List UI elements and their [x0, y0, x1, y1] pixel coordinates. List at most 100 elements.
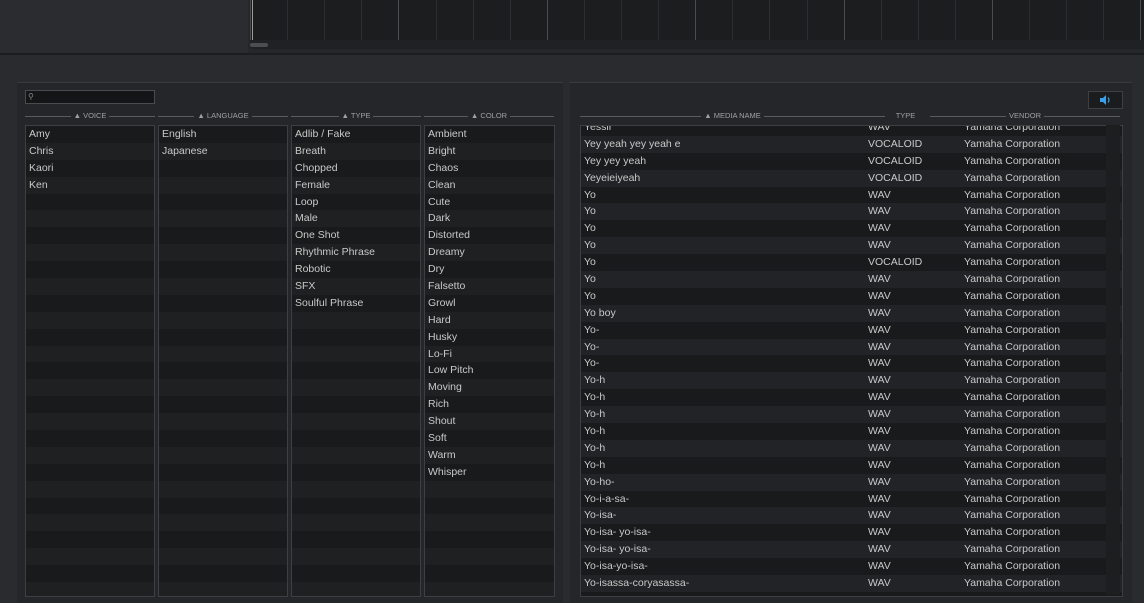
table-row[interactable]: Yo VOCALOID Yamaha Corporation	[581, 254, 1122, 271]
language-header[interactable]: ▲ LANGUAGE	[158, 111, 288, 121]
list-item[interactable]: SFX	[292, 278, 420, 295]
empty-row[interactable]	[26, 514, 154, 532]
list-item[interactable]: Amy	[26, 126, 154, 143]
table-row[interactable]: Yessir WAV Yamaha Corporation	[581, 126, 1122, 136]
table-row[interactable]: Yo- WAV Yamaha Corporation	[581, 355, 1122, 372]
list-item[interactable]: Bright	[425, 142, 554, 160]
list-item[interactable]: Husky	[425, 329, 554, 346]
list-item[interactable]: Dry	[425, 261, 554, 278]
preview-button[interactable]	[1088, 91, 1123, 109]
list-item[interactable]: One Shot	[292, 227, 420, 244]
list-item[interactable]: Loop	[292, 194, 420, 211]
empty-row[interactable]	[26, 311, 154, 329]
list-item[interactable]: Chris	[26, 142, 154, 160]
timeline-scrollbar[interactable]	[250, 40, 1144, 49]
empty-row[interactable]	[292, 379, 420, 397]
table-row[interactable]: Yo WAV Yamaha Corporation	[581, 288, 1122, 305]
empty-row[interactable]	[26, 345, 154, 363]
empty-row[interactable]	[26, 446, 154, 464]
empty-row[interactable]	[26, 210, 154, 228]
empty-row[interactable]	[425, 565, 554, 582]
playhead[interactable]	[252, 0, 253, 40]
media-type-header[interactable]: TYPE	[888, 111, 923, 121]
list-item[interactable]: Warm	[425, 446, 554, 464]
empty-row[interactable]	[292, 430, 420, 447]
empty-row[interactable]	[292, 531, 420, 548]
list-item[interactable]: Hard	[425, 311, 554, 329]
list-item[interactable]: Male	[292, 210, 420, 228]
empty-row[interactable]	[425, 531, 554, 548]
table-row[interactable]: Yo-h WAV Yamaha Corporation	[581, 439, 1122, 457]
table-row[interactable]: Yeyeieiyeah VOCALOID Yamaha Corporation	[581, 169, 1122, 187]
list-item[interactable]: Soulful Phrase	[292, 295, 420, 312]
empty-row[interactable]	[425, 498, 554, 515]
empty-row[interactable]	[26, 244, 154, 262]
empty-row[interactable]	[159, 379, 287, 397]
list-item[interactable]: Moving	[425, 379, 554, 397]
type-header[interactable]: ▲ TYPE	[291, 111, 421, 121]
table-row[interactable]: Yo-h WAV Yamaha Corporation	[581, 372, 1122, 390]
empty-row[interactable]	[26, 498, 154, 515]
empty-row[interactable]	[292, 345, 420, 363]
empty-row[interactable]	[26, 413, 154, 431]
empty-row[interactable]	[26, 295, 154, 312]
list-item[interactable]: Clean	[425, 176, 554, 194]
empty-row[interactable]	[159, 311, 287, 329]
list-item[interactable]: Dreamy	[425, 244, 554, 262]
empty-row[interactable]	[292, 464, 420, 481]
list-item[interactable]: Distorted	[425, 227, 554, 244]
empty-row[interactable]	[159, 498, 287, 515]
empty-row[interactable]	[292, 480, 420, 498]
empty-row[interactable]	[159, 261, 287, 278]
table-row[interactable]: Yo-isa- yo-isa- WAV Yamaha Corporation	[581, 541, 1122, 559]
list-item[interactable]: Chaos	[425, 160, 554, 177]
table-row[interactable]: Yo boy WAV Yamaha Corporation	[581, 304, 1122, 322]
list-item[interactable]: Growl	[425, 295, 554, 312]
empty-row[interactable]	[159, 160, 287, 177]
empty-row[interactable]	[292, 498, 420, 515]
list-item[interactable]: Dark	[425, 210, 554, 228]
empty-row[interactable]	[26, 329, 154, 346]
table-row[interactable]: Yo WAV Yamaha Corporation	[581, 203, 1122, 221]
empty-row[interactable]	[292, 362, 420, 379]
empty-row[interactable]	[26, 362, 154, 379]
empty-row[interactable]	[26, 548, 154, 566]
empty-row[interactable]	[26, 379, 154, 397]
table-row[interactable]: Yey yeah yey yeah e VOCALOID Yamaha Corpor…	[581, 135, 1122, 153]
empty-row[interactable]	[159, 329, 287, 346]
vendor-header[interactable]: VENDOR	[930, 111, 1120, 121]
media-name-header[interactable]: ▲ MEDIA NAME	[580, 111, 885, 121]
empty-row[interactable]	[159, 176, 287, 194]
empty-row[interactable]	[26, 480, 154, 498]
table-row[interactable]: Yo-isa- WAV Yamaha Corporation	[581, 507, 1122, 525]
empty-row[interactable]	[159, 244, 287, 262]
list-item[interactable]: Kaori	[26, 160, 154, 177]
table-row[interactable]: Yo-isa-yo-isa- WAV Yamaha Corporation	[581, 558, 1122, 575]
table-row[interactable]: Yo-isa- yo-isa- WAV Yamaha Corporation	[581, 524, 1122, 541]
list-item[interactable]: Female	[292, 176, 420, 194]
color-header[interactable]: ▲ COLOR	[424, 111, 554, 121]
table-row[interactable]: Yo-h WAV Yamaha Corporation	[581, 423, 1122, 440]
list-item[interactable]: Robotic	[292, 261, 420, 278]
empty-row[interactable]	[292, 446, 420, 464]
table-row[interactable]: Yey yey yeah VOCALOID Yamaha Corporation	[581, 153, 1122, 170]
table-row[interactable]: Yo-h WAV Yamaha Corporation	[581, 389, 1122, 406]
list-item[interactable]: Ambient	[425, 126, 554, 143]
list-item[interactable]: Shout	[425, 413, 554, 431]
empty-row[interactable]	[26, 396, 154, 413]
empty-row[interactable]	[292, 329, 420, 346]
empty-row[interactable]	[159, 464, 287, 481]
empty-row[interactable]	[292, 565, 420, 582]
empty-row[interactable]	[159, 565, 287, 582]
table-row[interactable]: Yo WAV Yamaha Corporation	[581, 187, 1122, 204]
table-row[interactable]: Yo-i-a-sa- WAV Yamaha Corporation	[581, 491, 1122, 508]
empty-row[interactable]	[425, 582, 554, 596]
table-row[interactable]: Yo-isassa-coryasassa- WAV Yamaha Corporati…	[581, 575, 1122, 592]
empty-row[interactable]	[292, 413, 420, 431]
empty-row[interactable]	[159, 413, 287, 431]
empty-row[interactable]	[159, 531, 287, 548]
list-item[interactable]: Breath	[292, 142, 420, 160]
list-item[interactable]: Whisper	[425, 464, 554, 481]
empty-row[interactable]	[159, 480, 287, 498]
table-row[interactable]: Yo WAV Yamaha Corporation	[581, 220, 1122, 237]
